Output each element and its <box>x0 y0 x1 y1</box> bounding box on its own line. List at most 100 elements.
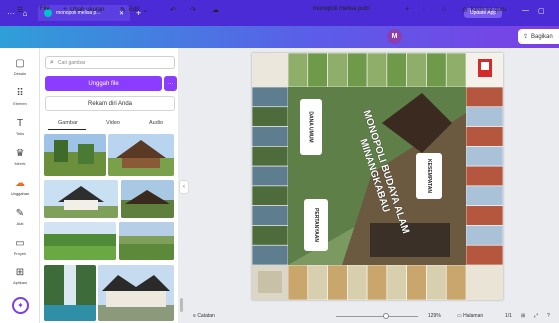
board-tile <box>426 264 447 300</box>
search-placeholder: Cari gambar <box>57 59 86 66</box>
board-tile <box>366 264 388 300</box>
zoom-slider-handle[interactable] <box>383 313 389 319</box>
app-toolbar <box>0 26 559 48</box>
board-tile <box>386 53 407 88</box>
help-icon[interactable]: ? <box>547 313 550 319</box>
active-tab-indicator <box>48 129 86 130</box>
board-tile <box>465 185 503 206</box>
record-yourself-button[interactable]: Rekam diri Anda <box>45 96 175 111</box>
folder-icon: ▭ <box>15 238 25 249</box>
board-tile <box>465 225 503 246</box>
grid-view-icon[interactable]: ⊞ <box>521 313 525 319</box>
panel-scrollbar[interactable] <box>180 298 183 312</box>
rail-label: Proyek <box>13 251 27 256</box>
apps-icon: ⊞ <box>15 267 25 278</box>
page-count: 1/1 <box>505 313 512 319</box>
more-icon[interactable]: ··· <box>4 9 18 18</box>
board-tile <box>366 53 388 88</box>
board-tile <box>465 146 503 167</box>
uploaded-image[interactable] <box>98 265 174 321</box>
magic-assistant-icon[interactable]: ✦ <box>12 297 29 314</box>
fullscreen-icon[interactable]: ⤢ <box>534 313 538 319</box>
design-canvas[interactable]: DANA UMUM KESEMPATAN PERTANYAAN MONOPOLI… <box>252 53 503 300</box>
rail-item-tools[interactable]: ✎ Alat <box>0 208 40 226</box>
undo-icon[interactable]: ↶ <box>170 6 179 14</box>
uploaded-image[interactable] <box>121 180 174 218</box>
uploaded-image[interactable] <box>44 265 96 321</box>
rail-item-text[interactable]: T Teks <box>0 118 40 136</box>
board-tile <box>252 244 289 266</box>
board-tile <box>252 165 289 187</box>
redo-icon[interactable]: ↷ <box>190 6 199 14</box>
minimize-icon[interactable]: — <box>522 7 529 14</box>
cloud-upload-icon: ☁ <box>15 178 25 189</box>
crown-icon: ♛ <box>15 148 25 159</box>
rail-label: Desain <box>13 71 27 76</box>
send-to-teacher-button[interactable]: ⊘ Kirim ke guru <box>462 6 506 14</box>
board-tile <box>327 264 348 300</box>
chevron-down-icon: ⌄ <box>142 7 149 14</box>
board-tile <box>252 205 289 226</box>
cloud-save-icon[interactable]: ☁ <box>212 6 222 14</box>
rail-item-uploads[interactable]: ☁ Unggahan <box>0 178 40 196</box>
uploads-panel: ⌕ Cari gambar Unggah file ··· Rekam diri… <box>40 48 178 323</box>
draw-icon: ✎ <box>15 208 25 219</box>
pages-button[interactable]: ▭ Halaman <box>457 313 483 319</box>
share-label: Bagikan <box>531 33 553 40</box>
uploaded-image[interactable] <box>44 134 106 176</box>
board-tile <box>347 264 368 300</box>
upload-icon: ⇪ <box>523 34 529 40</box>
uploaded-image[interactable] <box>44 222 116 260</box>
add-collaborator-icon[interactable]: + <box>405 6 412 13</box>
resize-button[interactable]: + Ubah ukuran <box>63 6 104 13</box>
search-input[interactable]: ⌕ Cari gambar <box>45 56 175 69</box>
pencil-icon: ✎ <box>120 7 126 14</box>
rail-label: Merek <box>14 161 26 166</box>
rail-item-apps[interactable]: ⊞ Aplikasi <box>0 267 40 285</box>
zoom-level[interactable]: 129% <box>428 313 441 319</box>
rail-label: Alat <box>16 221 24 226</box>
board-tile <box>307 53 328 88</box>
board-tile <box>465 126 503 147</box>
upload-file-button[interactable]: Unggah file <box>45 76 162 91</box>
menu-icon[interactable]: ☰ <box>17 6 26 14</box>
notes-button[interactable]: ≡ Catatan <box>193 313 215 319</box>
uploaded-image[interactable] <box>44 180 118 218</box>
card-dana-umum: DANA UMUM <box>300 99 322 155</box>
rail-item-projects[interactable]: ▭ Proyek <box>0 238 40 256</box>
zoom-slider[interactable] <box>336 316 418 317</box>
maximize-icon[interactable]: ▢ <box>538 7 545 15</box>
rail-item-elements[interactable]: ⠿ Elemen <box>0 88 40 106</box>
file-label: File <box>40 6 50 12</box>
collapse-panel-button[interactable]: ‹ <box>179 180 189 194</box>
uploaded-image[interactable] <box>108 134 174 176</box>
more-options-button[interactable]: ··· <box>164 76 177 91</box>
board-tile <box>465 106 503 127</box>
board-tile <box>386 264 407 300</box>
board-tile <box>445 264 467 300</box>
side-rail: ▢ Desain ⠿ Elemen T Teks ♛ Merek ☁ Unggahan ✎… <box>0 48 40 323</box>
board-tile <box>347 53 368 88</box>
edit-button[interactable]: ✎ Edit ⌄ <box>120 6 151 14</box>
card-kesempatan: KESEMPATAN <box>416 153 442 199</box>
board-tile <box>252 126 289 147</box>
analytics-icon[interactable]: ⫶ <box>423 6 428 14</box>
tab-images[interactable]: Gambar <box>58 120 78 126</box>
board-tile <box>307 264 328 300</box>
rail-item-design[interactable]: ▢ Desain <box>0 58 40 76</box>
board-tile <box>287 53 309 88</box>
file-menu[interactable]: File <box>40 6 50 12</box>
rail-item-brand[interactable]: ♛ Merek <box>0 148 40 166</box>
comment-icon[interactable]: ○ <box>442 6 449 13</box>
tab-videos[interactable]: Video <box>106 120 120 126</box>
uploaded-image[interactable] <box>119 222 174 260</box>
document-title[interactable]: monopoli melisa putri <box>313 6 370 12</box>
rail-label: Elemen <box>13 101 27 106</box>
share-button[interactable]: ⇪ Bagikan <box>518 29 559 44</box>
board-title: MONOPOLI BUDAYA ALAM MINANGKABAU <box>350 99 412 249</box>
board-tile <box>465 205 503 226</box>
avatar[interactable]: M <box>387 29 402 44</box>
kesempatan-label: KESEMPATAN <box>426 159 433 193</box>
board-tile <box>465 244 503 266</box>
tab-audio[interactable]: Audio <box>149 120 163 126</box>
